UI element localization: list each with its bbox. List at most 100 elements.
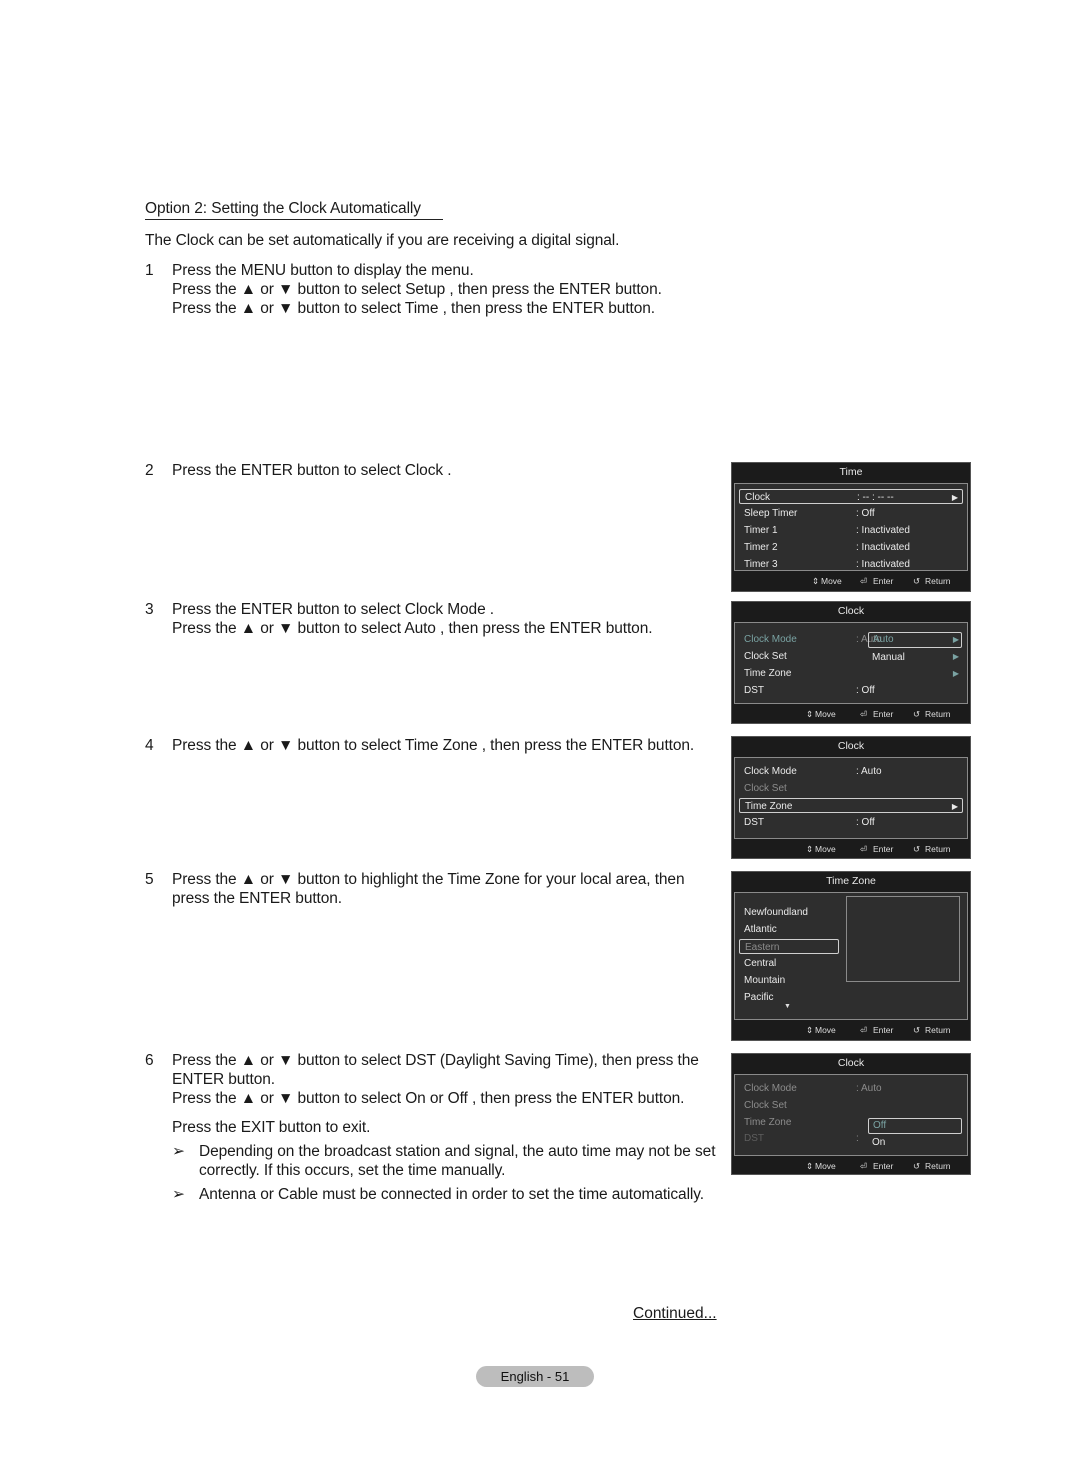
- row-label: Time Zone: [744, 1117, 792, 1128]
- zone-eastern[interactable]: Eastern: [739, 939, 839, 954]
- menu-footer: ⇕ Move ⏎ Enter ↺ Return: [732, 571, 970, 591]
- enter-label: Enter: [873, 1161, 894, 1171]
- menu-row-time-zone[interactable]: Time Zone ▶: [739, 798, 963, 813]
- row-value: : Inactivated: [856, 542, 910, 553]
- exit-text: Press the EXIT button to exit.: [172, 1119, 371, 1136]
- return-label: Return: [925, 844, 951, 854]
- row-label: Sleep Timer: [744, 508, 798, 519]
- menu-title: Time Zone: [826, 875, 876, 887]
- row-value: :: [856, 1133, 859, 1144]
- menu-row-clock-set: Clock Set: [739, 781, 963, 796]
- return-icon: ↺: [913, 1025, 921, 1035]
- row-label: Clock Mode: [744, 1083, 797, 1094]
- scroll-down-icon[interactable]: ▼: [784, 1003, 791, 1010]
- step-number: 3: [145, 601, 154, 618]
- zone-label: Eastern: [745, 942, 780, 953]
- move-icon: ⇕: [806, 844, 814, 854]
- step-line: Press the ENTER button to select Clock .: [172, 462, 452, 479]
- move-icon: ⇕: [812, 576, 820, 586]
- menu-row-dst[interactable]: DST : Off: [739, 683, 963, 698]
- enter-icon: ⏎: [860, 1025, 868, 1035]
- move-label: Move: [815, 844, 836, 854]
- menu-title: Time: [839, 466, 863, 478]
- menu-footer: ⇕ Move ⏎ Enter ↺ Return: [732, 1020, 970, 1040]
- row-label: Clock Set: [744, 783, 787, 794]
- move-icon: ⇕: [806, 1025, 814, 1035]
- menu-row-timer-3[interactable]: Timer 3 : Inactivated: [739, 557, 963, 572]
- step-line: Press the ▲ or ▼ button to highlight the…: [172, 871, 685, 888]
- menu-footer: ⇕ Move ⏎ Enter ↺ Return: [732, 839, 970, 859]
- row-label: Timer 3: [744, 559, 778, 570]
- popup-option-off[interactable]: Off: [868, 1118, 962, 1134]
- return-icon: ↺: [913, 709, 921, 719]
- menu-row-timer-1[interactable]: Timer 1 : Inactivated: [739, 523, 963, 538]
- row-label: DST: [744, 817, 764, 828]
- return-icon: ↺: [913, 1161, 921, 1171]
- enter-icon: ⏎: [860, 709, 868, 719]
- step-line: ENTER button.: [172, 1071, 275, 1088]
- row-label: Clock Mode: [744, 766, 797, 777]
- zone-label: Central: [744, 958, 777, 969]
- arrow-right-icon: ▶: [952, 669, 959, 678]
- note-line: Depending on the broadcast station and s…: [199, 1143, 716, 1160]
- move-icon: ⇕: [806, 709, 814, 719]
- menu-row-clock-mode[interactable]: Clock Mode : Auto: [739, 764, 963, 779]
- step-line: Press the ▲ or ▼ button to select Auto ,…: [172, 620, 653, 637]
- popup-option-on[interactable]: On: [872, 1136, 885, 1150]
- menu-row-clock[interactable]: Clock : -- : -- -- ▶: [739, 489, 963, 504]
- enter-label: Enter: [873, 1025, 894, 1035]
- note-arrow-icon: ➢: [172, 1186, 185, 1203]
- menu-row-clock-set[interactable]: Clock Set ▶: [739, 649, 963, 664]
- popup-option-auto[interactable]: Auto: [868, 632, 962, 648]
- enter-icon: ⏎: [860, 576, 868, 586]
- menu-row-timer-2[interactable]: Timer 2 : Inactivated: [739, 540, 963, 555]
- zone-central[interactable]: Central: [739, 956, 839, 971]
- continued-link[interactable]: Continued...: [633, 1305, 717, 1323]
- move-label: Move: [815, 709, 836, 719]
- step-number: 1: [145, 262, 154, 279]
- note-line: Antenna or Cable must be connected in or…: [199, 1186, 704, 1203]
- arrow-right-icon: ▶: [951, 493, 958, 502]
- intro-text: The Clock can be set automatically if yo…: [145, 232, 620, 249]
- row-label: DST: [744, 1133, 764, 1144]
- row-label: Time Zone: [744, 668, 792, 679]
- zone-mountain[interactable]: Mountain: [739, 973, 839, 988]
- arrow-right-icon: ▶: [952, 652, 959, 661]
- popup-option-manual[interactable]: Manual: [872, 651, 905, 665]
- row-value: : Off: [856, 685, 875, 696]
- menu-row-dst[interactable]: DST : Off: [739, 815, 963, 830]
- row-label: Clock Set: [744, 651, 787, 662]
- menu-row-clock-set: Clock Set: [739, 1098, 963, 1113]
- step-number: 5: [145, 871, 154, 888]
- row-value: : Inactivated: [856, 525, 910, 536]
- return-label: Return: [925, 1161, 951, 1171]
- zone-atlantic[interactable]: Atlantic: [739, 922, 839, 937]
- step-number: 6: [145, 1052, 154, 1069]
- menu-row-sleep-timer[interactable]: Sleep Timer : Off: [739, 506, 963, 521]
- row-label: Time Zone: [745, 801, 793, 812]
- clock-mode-menu: Clock Clock Mode : Auto ▶ Clock Set ▶ Ti…: [731, 601, 971, 724]
- clock-dst-menu: Clock Clock Mode : Auto Clock Set Time Z…: [731, 1053, 971, 1175]
- zone-label: Atlantic: [744, 924, 777, 935]
- row-value: : Auto: [856, 1083, 882, 1094]
- enter-label: Enter: [873, 709, 894, 719]
- menu-row-time-zone[interactable]: Time Zone ▶: [739, 666, 963, 681]
- menu-footer: ⇕ Move ⏎ Enter ↺ Return: [732, 1156, 970, 1176]
- return-label: Return: [925, 1025, 951, 1035]
- step-line: Press the ▲ or ▼ button to select Setup …: [172, 281, 662, 298]
- option-label: Auto: [873, 634, 894, 645]
- time-zone-menu: Time Zone Newfoundland Atlantic Eastern …: [731, 871, 971, 1041]
- step-line: press the ENTER button.: [172, 890, 343, 907]
- row-label: Timer 1: [744, 525, 778, 536]
- time-menu: Time Clock : -- : -- -- ▶ Sleep Timer : …: [731, 462, 971, 592]
- step-line: Press the ▲ or ▼ button to select Time ,…: [172, 300, 655, 317]
- page-number: English - 51: [476, 1366, 594, 1387]
- return-icon: ↺: [913, 844, 921, 854]
- zone-label: Newfoundland: [744, 907, 808, 918]
- section-title: Option 2: Setting the Clock Automaticall…: [145, 199, 443, 220]
- row-value: : Off: [856, 817, 875, 828]
- return-label: Return: [925, 709, 951, 719]
- menu-row-clock-mode: Clock Mode : Auto: [739, 1081, 963, 1096]
- zone-newfoundland[interactable]: Newfoundland: [739, 905, 839, 920]
- enter-icon: ⏎: [860, 844, 868, 854]
